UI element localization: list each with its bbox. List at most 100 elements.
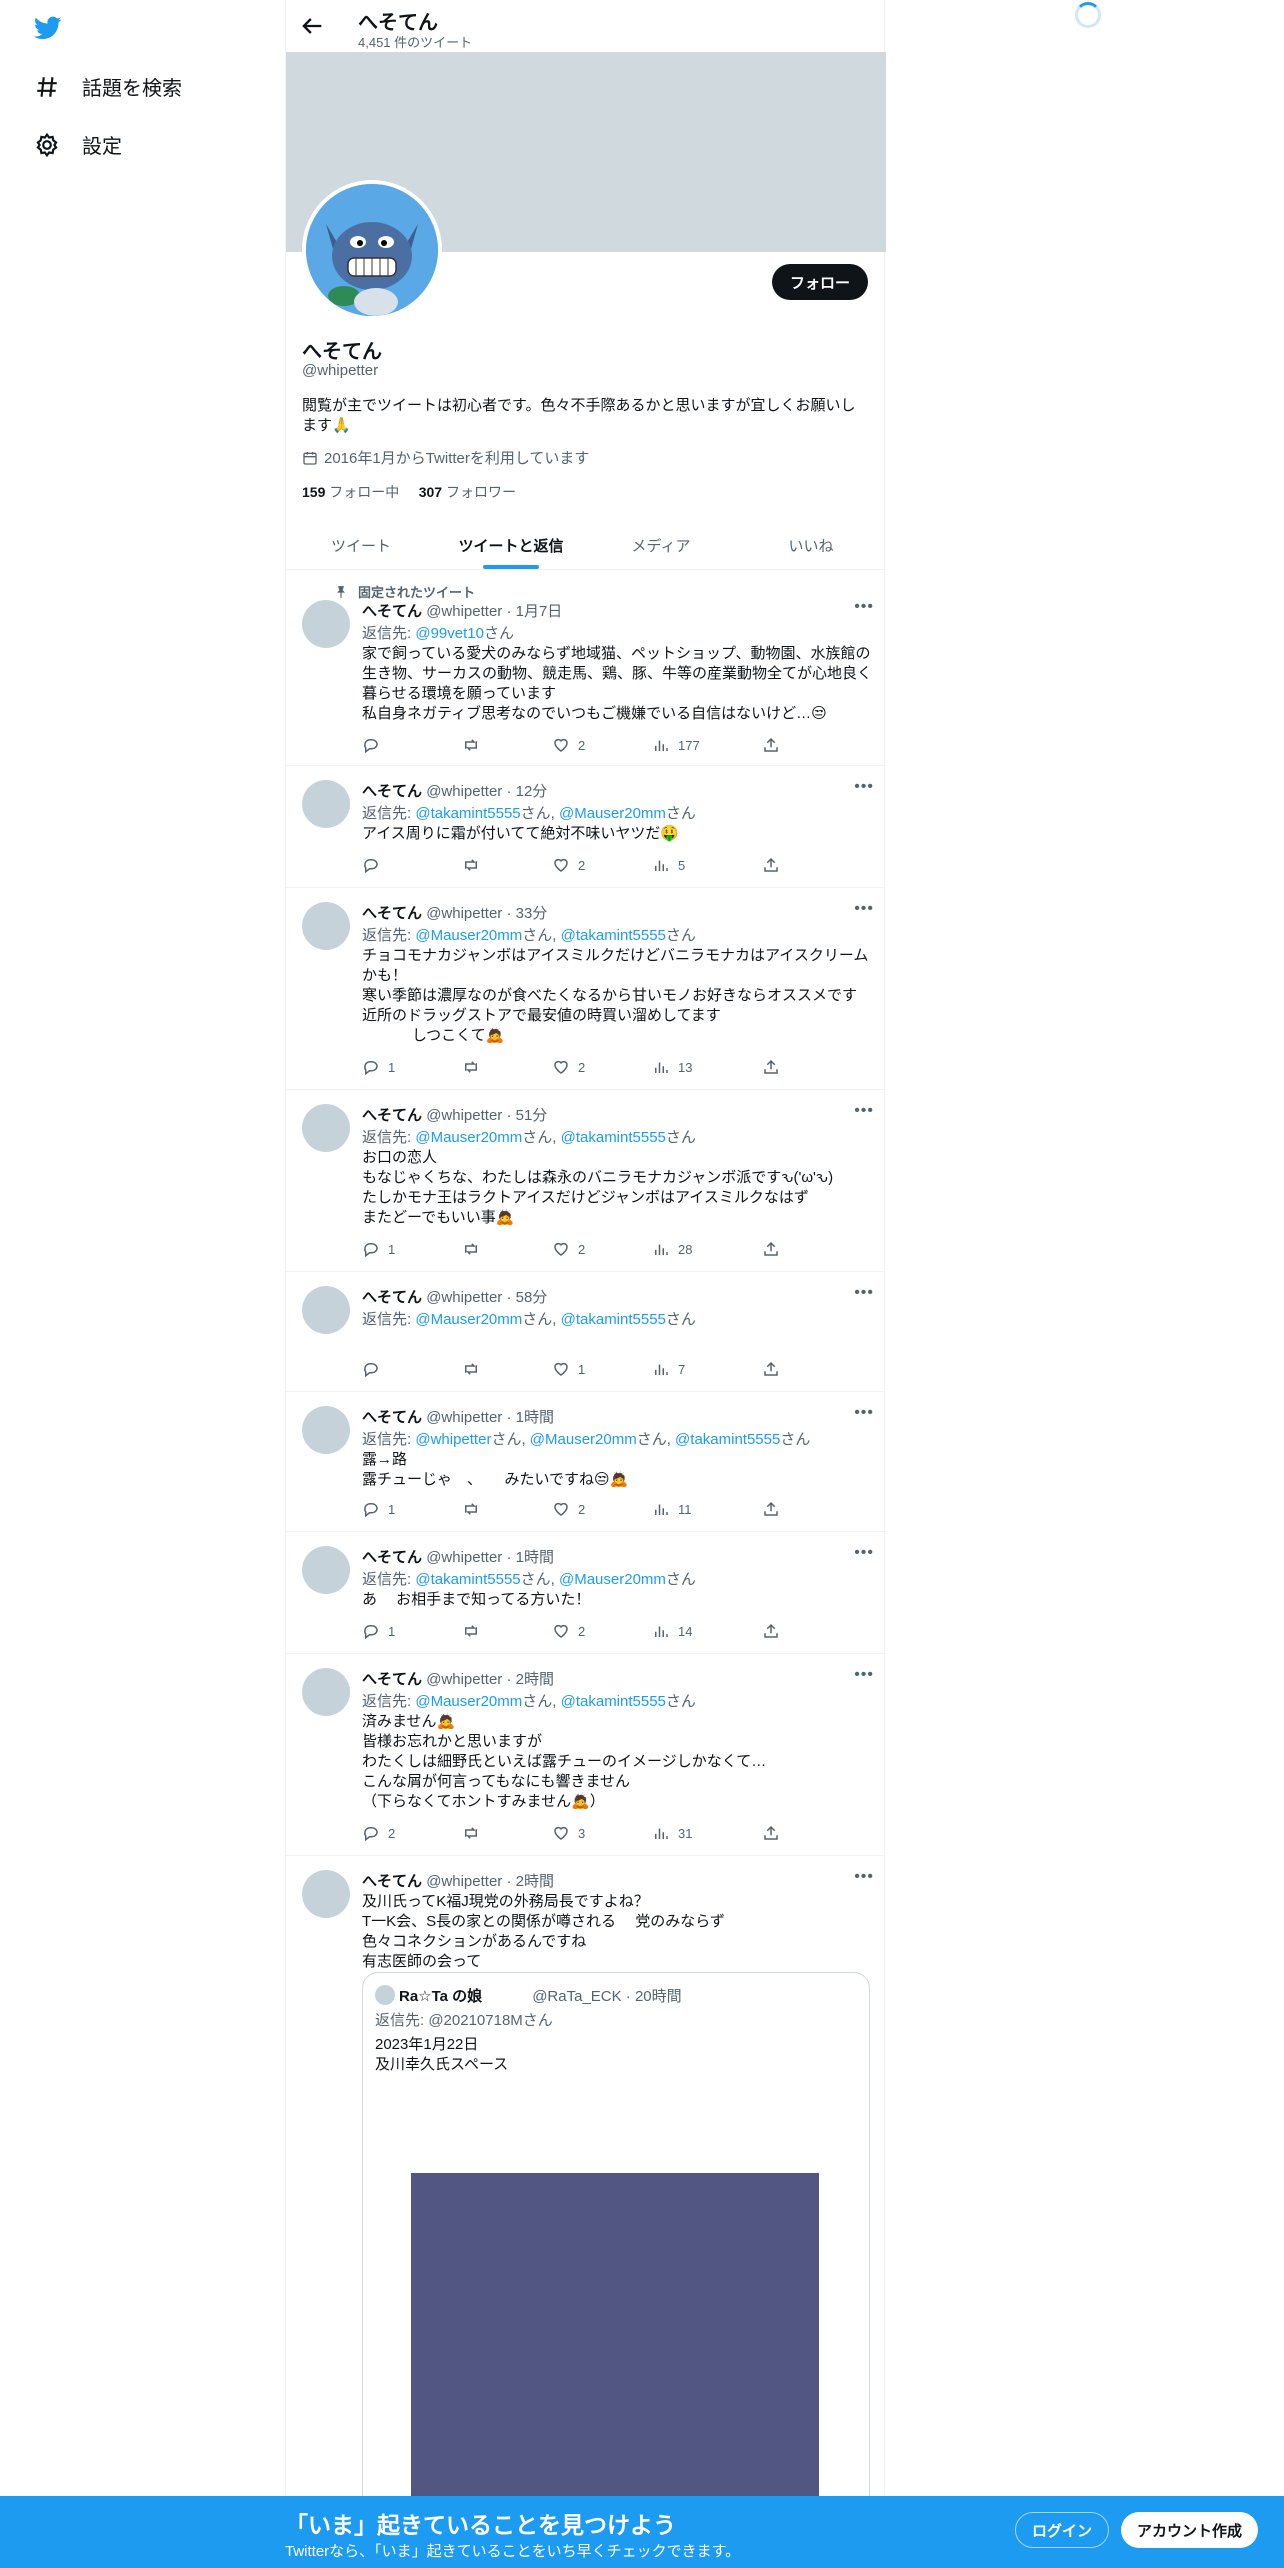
tweet-author-handle[interactable]: @whipetter <box>426 1671 502 1688</box>
retweet-button[interactable] <box>462 1240 488 1258</box>
views-button[interactable]: 177 <box>652 736 700 754</box>
tweet-avatar[interactable] <box>302 600 350 648</box>
nav-settings[interactable]: 設定 <box>34 130 122 159</box>
views-button[interactable]: 28 <box>652 1240 692 1258</box>
tweet[interactable]: へそてん @whipetter · 1時間 ••• 返信先: @whipette… <box>286 1392 886 1532</box>
tweet-time[interactable]: · 1時間 <box>506 1409 554 1426</box>
tweet-time[interactable]: · 1時間 <box>506 1549 554 1566</box>
tweet[interactable]: へそてん @whipetter · 51分 ••• 返信先: @Mauser20… <box>286 1090 886 1272</box>
like-button[interactable]: 2 <box>552 856 585 874</box>
share-button[interactable] <box>762 1360 780 1378</box>
tweet-author-handle[interactable]: @whipetter <box>426 1409 502 1426</box>
tweet[interactable]: へそてん @whipetter · 2時間 ••• 返信先: @Mauser20… <box>286 1654 886 1856</box>
tweet-time[interactable]: · 12分 <box>506 783 547 800</box>
mention-link[interactable]: @takamint5555 <box>561 1693 666 1710</box>
mention-link[interactable]: @takamint5555 <box>561 927 666 944</box>
tweet[interactable]: へそてん @whipetter · 12分 ••• 返信先: @takamint… <box>286 766 886 888</box>
tweet-avatar[interactable] <box>302 1104 350 1152</box>
like-button[interactable]: 2 <box>552 1058 585 1076</box>
mention-link[interactable]: @Mauser20mm <box>530 1431 637 1448</box>
views-button[interactable]: 5 <box>652 856 685 874</box>
tweet[interactable]: へそてん @whipetter · 33分 ••• 返信先: @Mauser20… <box>286 888 886 1090</box>
more-options-icon[interactable]: ••• <box>854 900 874 918</box>
share-button[interactable] <box>762 1622 780 1640</box>
like-button[interactable]: 3 <box>552 1824 585 1842</box>
tweet[interactable]: へそてん @whipetter · 1時間 ••• 返信先: @takamint… <box>286 1532 886 1654</box>
tweet-with-quote[interactable]: へそてん @whipetter · 2時間 ••• 及川氏ってK福J現党の外務局… <box>286 1856 886 2568</box>
like-button[interactable]: 2 <box>552 1240 585 1258</box>
quoted-tweet[interactable]: Ra☆Ta の娘 @RaTa_ECK · 20時間 返信先: @20210718… <box>362 1972 870 2568</box>
like-button[interactable]: 2 <box>552 1622 585 1640</box>
share-button[interactable] <box>762 1058 780 1076</box>
share-button[interactable] <box>762 1240 780 1258</box>
tweet-avatar[interactable] <box>302 1406 350 1454</box>
views-button[interactable]: 7 <box>652 1360 685 1378</box>
tweet-author-handle[interactable]: @whipetter <box>426 1289 502 1306</box>
tweet-author-handle[interactable]: @whipetter <box>426 783 502 800</box>
views-button[interactable]: 13 <box>652 1058 692 1076</box>
more-options-icon[interactable]: ••• <box>854 1102 874 1120</box>
reply-button[interactable] <box>362 736 388 754</box>
mention-link[interactable]: @Mauser20mm <box>559 1571 666 1588</box>
reply-button[interactable]: 1 <box>362 1240 395 1258</box>
retweet-button[interactable] <box>462 856 488 874</box>
tweet-avatar[interactable] <box>302 780 350 828</box>
views-button[interactable]: 11 <box>652 1500 692 1518</box>
mention-link[interactable]: @Mauser20mm <box>415 1311 522 1328</box>
mention-link[interactable]: @Mauser20mm <box>559 805 666 822</box>
share-button[interactable] <box>762 1824 780 1842</box>
mention-link[interactable]: @Mauser20mm <box>415 1693 522 1710</box>
retweet-button[interactable] <box>462 1360 488 1378</box>
login-button[interactable]: ログイン <box>1015 2512 1110 2548</box>
tweet-author-name[interactable]: へそてん <box>362 1873 422 1890</box>
tweet-author-name[interactable]: へそてん <box>362 603 422 620</box>
following-link[interactable]: 159 フォロー中 <box>302 484 399 500</box>
tweet-author-name[interactable]: へそてん <box>362 1671 422 1688</box>
more-options-icon[interactable]: ••• <box>854 1284 874 1302</box>
views-button[interactable]: 31 <box>652 1824 692 1842</box>
tweet-author-name[interactable]: へそてん <box>362 783 422 800</box>
tweet-author-handle[interactable]: @whipetter <box>426 603 502 620</box>
signup-button[interactable]: アカウント作成 <box>1121 2512 1259 2548</box>
tweet-author-name[interactable]: へそてん <box>362 905 422 922</box>
mention-link[interactable]: @takamint5555 <box>561 1311 666 1328</box>
tweet-time[interactable]: · 1月7日 <box>506 603 562 620</box>
tweet-avatar[interactable] <box>302 1870 350 1918</box>
mention-link[interactable]: @Mauser20mm <box>415 927 522 944</box>
more-options-icon[interactable]: ••• <box>854 1868 874 1886</box>
tweet-time[interactable]: · 58分 <box>506 1289 547 1306</box>
profile-avatar[interactable] <box>302 180 442 320</box>
more-options-icon[interactable]: ••• <box>854 1544 874 1562</box>
mention-link[interactable]: @99vet10 <box>415 625 484 642</box>
tweet-author-handle[interactable]: @whipetter <box>426 1549 502 1566</box>
tab-tweets[interactable]: ツイート <box>286 522 436 569</box>
tweet[interactable]: へそてん @whipetter · 58分 ••• 返信先: @Mauser20… <box>286 1272 886 1392</box>
follow-button[interactable]: フォロー <box>771 264 868 300</box>
reply-button[interactable]: 1 <box>362 1622 395 1640</box>
tab-tweets-and-replies[interactable]: ツイートと返信 <box>436 522 586 569</box>
tweet-author-name[interactable]: へそてん <box>362 1409 422 1426</box>
tweet-time[interactable]: · 2時間 <box>506 1873 554 1890</box>
tweet-author-name[interactable]: へそてん <box>362 1107 422 1124</box>
twitter-logo-icon[interactable] <box>32 14 64 42</box>
retweet-button[interactable] <box>462 1058 488 1076</box>
retweet-button[interactable] <box>462 736 488 754</box>
tweet-avatar[interactable] <box>302 1286 350 1334</box>
share-button[interactable] <box>762 856 780 874</box>
tweet-author-handle[interactable]: @whipetter <box>426 1107 502 1124</box>
reply-button[interactable]: 1 <box>362 1500 395 1518</box>
retweet-button[interactable] <box>462 1622 488 1640</box>
reply-button[interactable]: 1 <box>362 1058 395 1076</box>
tab-likes[interactable]: いいね <box>736 522 886 569</box>
tweet-avatar[interactable] <box>302 1546 350 1594</box>
tweet-author-name[interactable]: へそてん <box>362 1549 422 1566</box>
mention-link[interactable]: @takamint5555 <box>561 1129 666 1146</box>
share-button[interactable] <box>762 1500 780 1518</box>
like-button[interactable]: 1 <box>552 1360 585 1378</box>
more-options-icon[interactable]: ••• <box>854 1404 874 1422</box>
mention-link[interactable]: @takamint5555 <box>415 1571 520 1588</box>
followers-link[interactable]: 307 フォロワー <box>419 484 516 500</box>
like-button[interactable]: 2 <box>552 736 585 754</box>
tweet-pinned[interactable]: 固定されたツイート へそてん @whipetter · 1月7日 ••• 返信先… <box>286 570 886 766</box>
more-options-icon[interactable]: ••• <box>854 778 874 796</box>
